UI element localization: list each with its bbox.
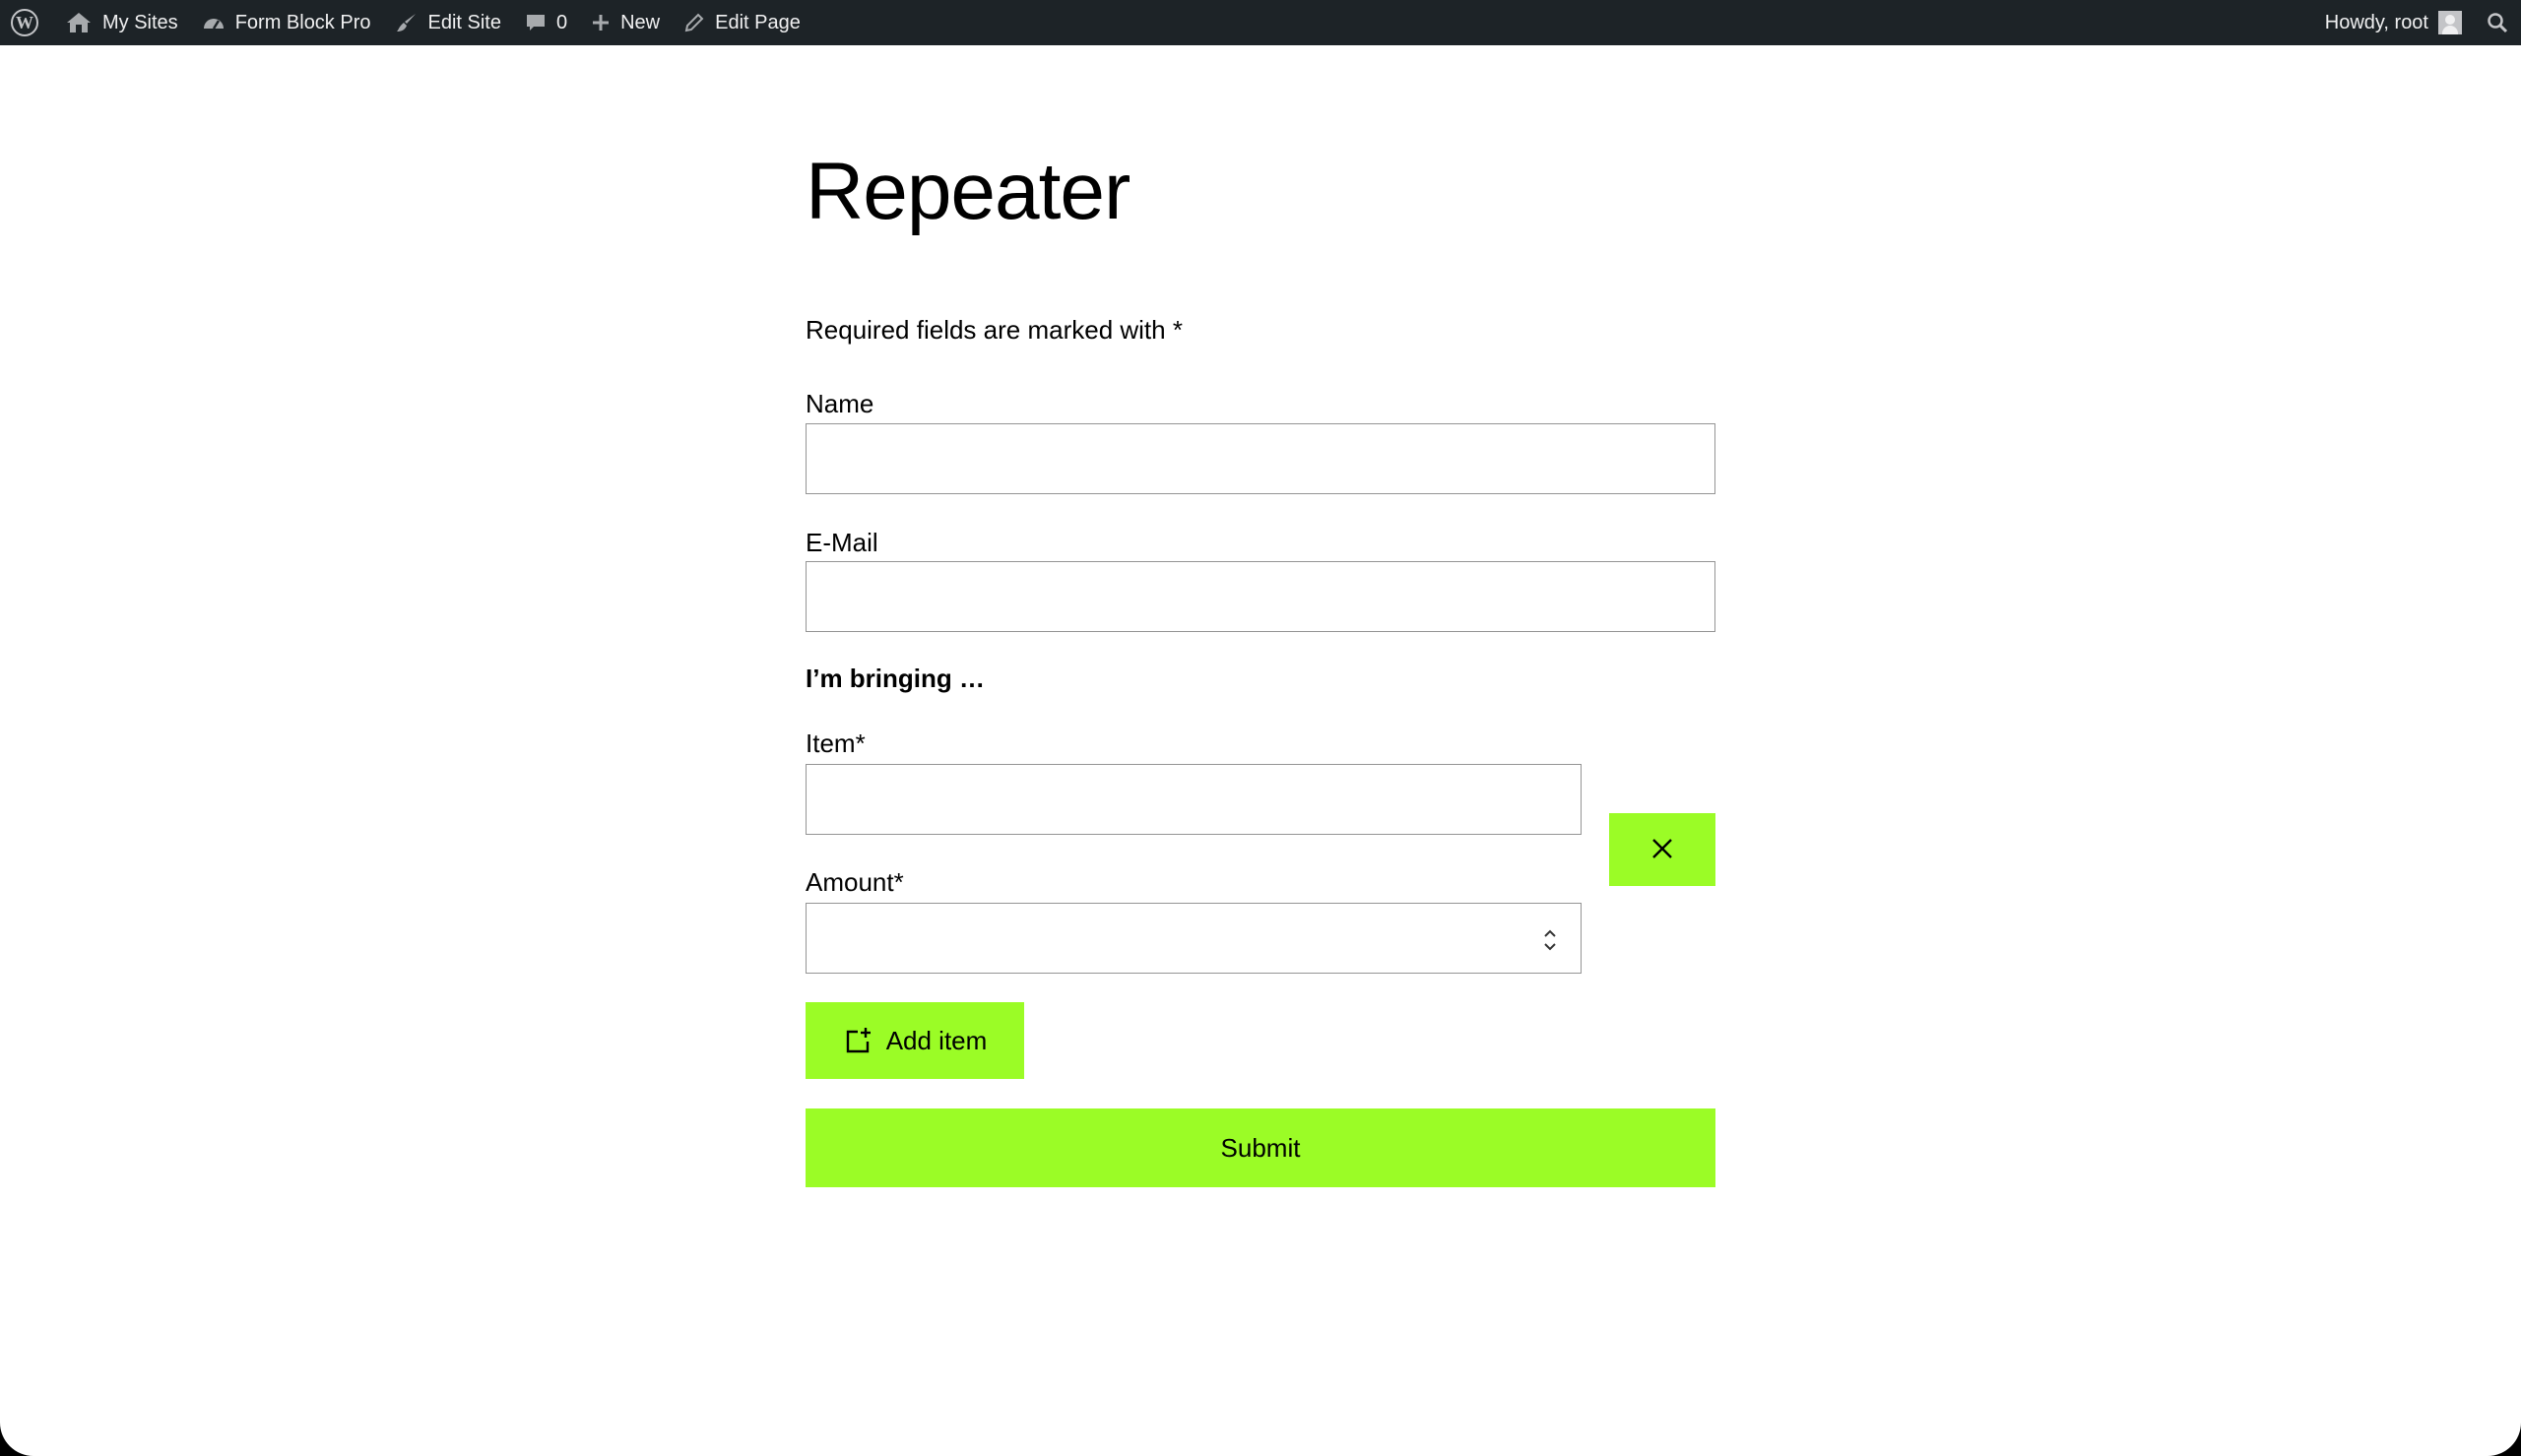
submit-button[interactable]: Submit [806,1108,1715,1187]
dashboard-icon [202,11,226,34]
avatar [2438,11,2462,34]
pencil-icon [683,12,705,33]
search-toggle[interactable] [2474,0,2521,45]
remove-item-button[interactable] [1609,813,1715,886]
close-icon [1649,836,1675,864]
page-title: Repeater [806,147,1131,236]
comments-link[interactable]: 0 [513,0,579,45]
browser-viewport: W My Sites Form Block Pro Edit Site 0 Ne… [0,0,2521,1456]
email-label: E-Mail [806,528,878,557]
new-content-menu[interactable]: New [579,0,672,45]
plus-icon [591,13,611,32]
wordpress-logo-icon: W [10,8,39,37]
repeater-legend: I’m bringing … [806,664,985,693]
edit-site-label: Edit Site [427,11,501,33]
name-label: Name [806,389,874,418]
add-item-icon [843,1026,873,1055]
howdy-label: Howdy, root [2324,11,2428,33]
search-icon [2486,11,2509,34]
comment-icon [525,12,547,33]
number-spinner-icon[interactable] [1538,923,1562,957]
required-fields-note: Required fields are marked with * [806,315,1183,345]
brush-icon [395,11,419,34]
my-sites-label: My Sites [102,11,178,33]
site-name-menu[interactable]: Form Block Pro [190,0,383,45]
item-field[interactable] [806,764,1582,835]
email-field[interactable] [806,561,1715,632]
edit-site-link[interactable]: Edit Site [383,0,513,45]
my-account-menu[interactable]: Howdy, root [2313,0,2474,45]
svg-text:W: W [16,13,33,32]
edit-page-link[interactable]: Edit Page [672,0,812,45]
amount-field[interactable] [806,903,1582,974]
new-label: New [620,11,661,33]
site-name-label: Form Block Pro [234,11,371,33]
edit-page-label: Edit Page [715,11,801,33]
name-field[interactable] [806,423,1715,494]
add-item-label: Add item [885,1025,988,1055]
my-sites-icon [65,11,93,34]
admin-bar: W My Sites Form Block Pro Edit Site 0 Ne… [0,0,2521,45]
wordpress-menu[interactable]: W [0,0,53,45]
add-item-button[interactable]: Add item [806,1002,1024,1079]
comments-count: 0 [555,11,568,33]
my-sites-menu[interactable]: My Sites [53,0,190,45]
amount-label: Amount* [806,867,904,897]
item-label: Item* [806,728,866,758]
